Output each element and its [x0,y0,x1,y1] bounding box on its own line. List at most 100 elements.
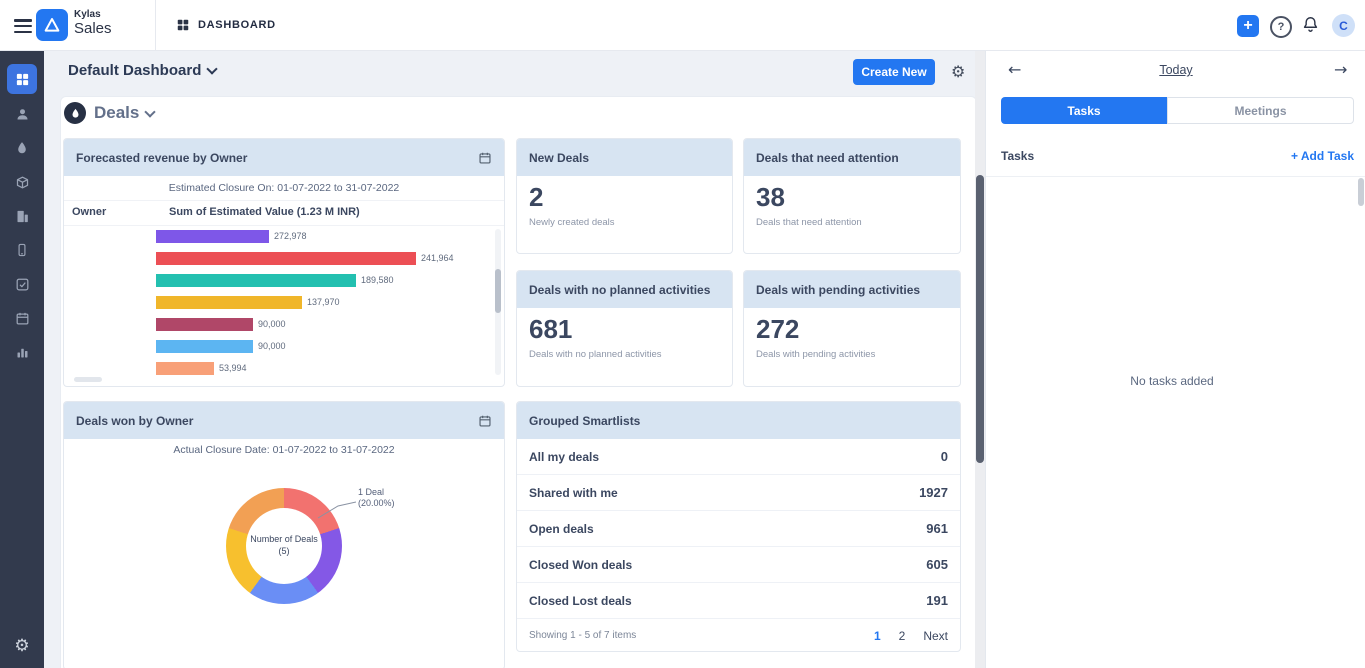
sidebar-item-products[interactable] [7,167,37,197]
bar-row: 90,000 [64,335,504,357]
deals-pending-activities-card: Deals with pending activities 272 Deals … [743,270,961,387]
forecast-card-subtitle: Estimated Closure On: 01-07-2022 to 31-0… [64,176,504,201]
next-day-arrow-icon[interactable]: → [1334,62,1347,78]
new-deals-card: New Deals 2 Newly created deals [516,138,733,254]
smartlist-row[interactable]: All my deals 0 [517,439,960,475]
stat-caption: Newly created deals [517,212,732,233]
page-title: Default Dashboard [68,62,201,79]
prev-day-arrow-icon[interactable]: ← [1008,62,1021,78]
smartlist-row[interactable]: Closed Lost deals 191 [517,583,960,619]
bar [156,230,269,243]
tab-meetings[interactable]: Meetings [1167,97,1354,124]
bar [156,340,253,353]
products-box-icon [15,175,30,190]
smartlist-row[interactable]: Shared with me 1927 [517,475,960,511]
grouped-smartlists-card: Grouped Smartlists All my deals 0 Shared… [516,401,961,652]
main-scrollbar-track [975,50,985,668]
deals-no-activities-card: Deals with no planned activities 681 Dea… [516,270,733,387]
deals-section-header[interactable]: Deals [94,103,154,123]
donut-center-label: Number of Deals (5) [224,533,344,557]
deals-drop-icon [15,141,29,155]
stat-title: Deals with no planned activities [529,283,710,297]
stat-caption: Deals with no planned activities [517,344,732,365]
smartlist-label: Closed Lost deals [529,594,632,608]
deals-won-title: Deals won by Owner [76,414,193,428]
bar-row: 189,580 [64,269,504,291]
page-2-button[interactable]: 2 [899,629,906,643]
help-icon[interactable]: ? [1270,16,1292,38]
sidebar-item-calls[interactable] [7,235,37,265]
contacts-icon [15,107,30,122]
annotation-connector-line [316,494,360,522]
bar [156,296,302,309]
kylas-logo-icon[interactable] [36,9,68,41]
sidebar-item-reports[interactable] [7,337,37,367]
bar-row: 90,000 [64,313,504,335]
smartlist-value: 961 [926,521,948,536]
nav-title[interactable]: DASHBOARD [198,19,276,31]
smartlist-label: Open deals [529,522,594,536]
main-scrollbar-thumb[interactable] [976,175,984,463]
page-1-button[interactable]: 1 [874,629,881,643]
companies-building-icon [15,209,30,224]
stat-value: 681 [517,308,732,344]
smartlist-label: All my deals [529,450,599,464]
bar-row: 272,978 [64,225,504,247]
smartlists-title: Grouped Smartlists [529,414,640,428]
forecast-hscrollbar-thumb[interactable] [74,377,102,382]
sidebar-item-meetings[interactable] [7,303,37,333]
deals-section-title: Deals [94,103,139,123]
bar-value-label: 137,970 [307,297,340,307]
sidebar-item-contacts[interactable] [7,99,37,129]
deals-attention-card: Deals that need attention 38 Deals that … [743,138,961,254]
today-link[interactable]: Today [1136,63,1216,77]
brand-product: Sales [74,20,112,37]
smartlist-row[interactable]: Open deals 961 [517,511,960,547]
tasks-check-icon [15,277,30,292]
deals-won-card-header: Deals won by Owner [64,402,504,439]
forecast-scrollbar-thumb[interactable] [495,269,501,313]
forecast-card-header: Forecasted revenue by Owner [64,139,504,176]
sidebar-settings-icon[interactable]: ⚙ [12,636,32,656]
notifications-bell-icon[interactable] [1301,15,1320,39]
dashboard-settings-icon[interactable]: ⚙ [951,62,965,81]
next-page-button[interactable]: Next [923,629,948,643]
mobile-phone-icon [15,243,29,257]
app-screen: Kylas Sales DASHBOARD + ? C [0,0,1365,668]
sidebar-item-companies[interactable] [7,201,37,231]
tab-tasks[interactable]: Tasks [1001,97,1167,124]
chevron-down-icon [207,63,218,74]
calendar-icon [15,311,30,326]
col-estimated-value: Sum of Estimated Value (1.23 M INR) [169,206,360,218]
right-panel-scrollbar-thumb[interactable] [1358,178,1364,206]
smartlist-value: 191 [926,593,948,608]
col-owner: Owner [72,206,106,218]
page-title-dropdown[interactable]: Default Dashboard [68,62,216,79]
user-avatar[interactable]: C [1332,14,1355,37]
sidebar-item-dashboard[interactable] [7,64,37,94]
bar-row: 53,994 [64,357,504,379]
no-tasks-message: No tasks added [986,374,1358,388]
stat-caption: Deals that need attention [744,212,960,233]
left-sidebar: ⚙ [0,50,44,668]
sidebar-item-deals[interactable] [7,133,37,163]
bar-value-label: 272,978 [274,231,307,241]
bar-row: 137,970 [64,291,504,313]
quick-add-button[interactable]: + [1237,15,1259,37]
smartlist-row[interactable]: Closed Won deals 605 [517,547,960,583]
create-new-button[interactable]: Create New [853,59,935,85]
hamburger-menu-icon[interactable] [14,16,32,36]
date-filter-icon[interactable] [478,151,492,165]
stat-title: Deals that need attention [756,151,899,165]
add-task-button[interactable]: + Add Task [1254,149,1354,163]
smartlists-footer: Showing 1 - 5 of 7 items 1 2 Next [517,619,960,652]
brand-text: Kylas Sales [74,9,112,37]
bar-value-label: 53,994 [219,363,247,373]
topbar-divider [155,0,156,50]
bar-value-label: 90,000 [258,341,286,351]
date-filter-icon[interactable] [478,414,492,428]
sidebar-item-tasks[interactable] [7,269,37,299]
stat-value: 2 [517,176,732,212]
smartlist-label: Shared with me [529,486,618,500]
bar-chart-rows: 272,978241,964189,580137,97090,00090,000… [64,225,504,379]
